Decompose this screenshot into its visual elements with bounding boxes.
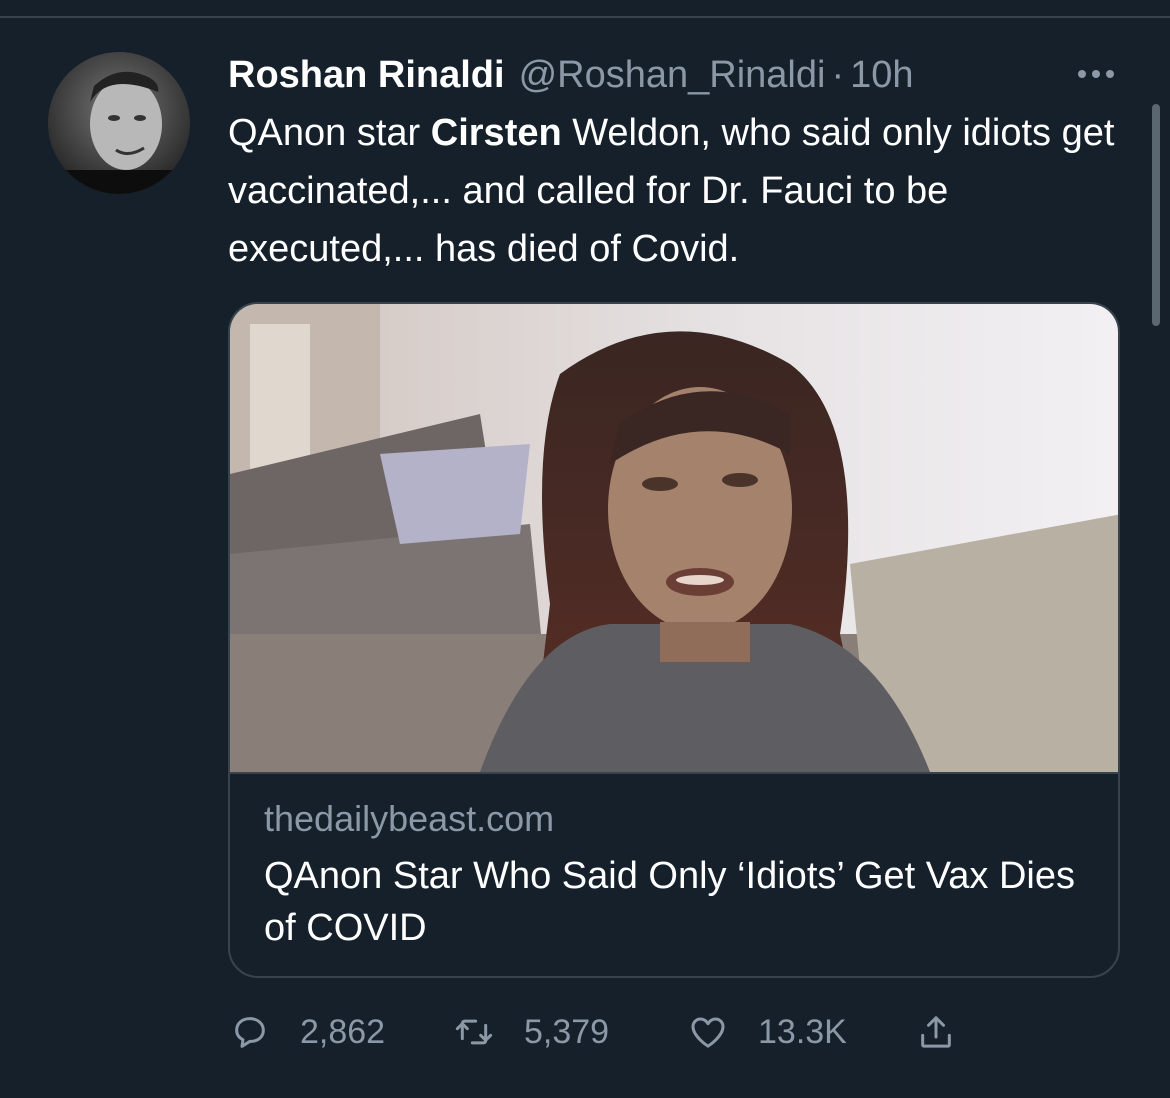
author-handle[interactable]: @Roshan_Rinaldi — [519, 54, 826, 97]
more-icon[interactable] — [1068, 52, 1124, 96]
more-dot — [1106, 70, 1114, 78]
card-image[interactable] — [230, 304, 1118, 772]
reply-button[interactable]: 2,862 — [230, 1000, 385, 1064]
card-domain: thedailybeast.com — [264, 798, 555, 839]
link-card[interactable]: thedailybeast.com QAnon Star Who Said On… — [228, 302, 1120, 978]
more-dot — [1078, 70, 1086, 78]
more-dot — [1092, 70, 1100, 78]
reply-icon — [235, 1017, 265, 1048]
card-divider — [230, 772, 1118, 774]
like-button[interactable]: 13.3K — [688, 1000, 847, 1064]
retweet-button[interactable]: 5,379 — [454, 1000, 609, 1064]
scrollbar[interactable] — [1152, 104, 1160, 326]
like-count: 13.3K — [758, 1012, 847, 1051]
tweet-text: QAnon star Cirsten Weldon, who said only… — [228, 104, 1128, 278]
like-icon — [691, 1017, 725, 1048]
timestamp[interactable]: 10h — [850, 54, 913, 97]
separator-dot: · — [831, 53, 845, 96]
share-icon — [921, 1016, 951, 1048]
retweet-icon — [455, 1019, 493, 1045]
card-title: QAnon Star Who Said Only ‘Idiots’ Get Va… — [264, 855, 1076, 949]
tweet-text-bold: Cirsten — [430, 112, 562, 154]
share-button[interactable] — [916, 1000, 956, 1064]
reply-count: 2,862 — [300, 1012, 386, 1051]
action-bar: 2,862 5,379 13.3K — [228, 1000, 1128, 1064]
retweet-count: 5,379 — [524, 1012, 610, 1051]
tweet-text-part1: QAnon star — [228, 112, 431, 154]
avatar[interactable] — [48, 52, 190, 194]
author-name[interactable]: Roshan Rinaldi — [228, 54, 505, 97]
top-divider — [0, 16, 1170, 18]
tweet-header: Roshan Rinaldi @Roshan_Rinaldi · 10h — [228, 48, 914, 102]
